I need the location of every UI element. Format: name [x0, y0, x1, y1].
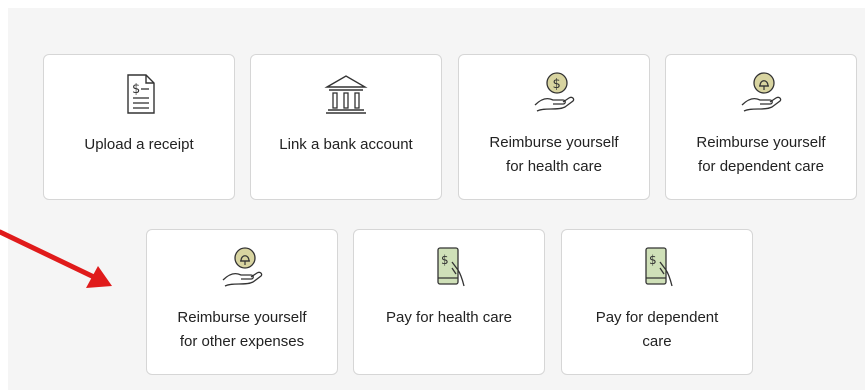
tile-label-line2: for other expenses: [179, 333, 305, 350]
tile-label: Reimburse yourself for dependent care: [672, 131, 850, 179]
tile-label: Pay for health care: [360, 306, 538, 330]
tile-label-line2: for health care: [506, 158, 602, 175]
tile-label-line2: care: [642, 333, 672, 350]
phone-pay-icon: $: [437, 247, 465, 287]
tile-label-line1: Reimburse yourself: [489, 134, 619, 151]
svg-text:$: $: [441, 253, 449, 267]
reimburse-dependent-care-tile[interactable]: Reimburse yourself for dependent care: [665, 54, 857, 200]
tile-label: Link a bank account: [257, 133, 435, 157]
tile-label-line1: Link a bank account: [279, 136, 413, 153]
bank-icon: [324, 75, 368, 114]
phone-pay-icon: $: [645, 247, 673, 287]
svg-text:$: $: [649, 253, 657, 267]
actions-panel: $ Upload a receipt Link a bank account $…: [8, 8, 865, 390]
tile-label-line1: Upload a receipt: [84, 136, 194, 153]
reimburse-other-expenses-tile[interactable]: Reimburse yourself for other expenses: [146, 229, 338, 375]
hand-dollar-coin-icon: $: [534, 72, 575, 112]
pay-dependent-care-tile[interactable]: $ Pay for dependent care: [561, 229, 753, 375]
tile-label: Pay for dependent care: [568, 306, 746, 354]
tile-label: Reimburse yourself for health care: [465, 131, 643, 179]
receipt-icon: $: [127, 74, 155, 114]
pay-health-care-tile[interactable]: $ Pay for health care: [353, 229, 545, 375]
tile-label: Reimburse yourself for other expenses: [153, 306, 331, 354]
link-bank-account-tile[interactable]: Link a bank account: [250, 54, 442, 200]
reimburse-health-care-tile[interactable]: $ Reimburse yourself for health care: [458, 54, 650, 200]
tile-label-line1: Reimburse yourself: [696, 134, 826, 151]
red-arrow-icon: [0, 229, 112, 288]
upload-receipt-tile[interactable]: $ Upload a receipt: [43, 54, 235, 200]
tile-label-line2: for dependent care: [698, 158, 824, 175]
svg-text:$: $: [132, 82, 140, 97]
tile-label-line1: Pay for dependent: [595, 309, 719, 326]
hand-bell-coin-icon: [741, 72, 782, 112]
svg-text:$: $: [553, 77, 561, 92]
tile-label-line1: Reimburse yourself: [177, 309, 307, 326]
hand-bell-coin-icon: [222, 247, 263, 287]
tile-label: Upload a receipt: [50, 133, 228, 157]
tile-label-line1: Pay for health care: [386, 309, 512, 326]
